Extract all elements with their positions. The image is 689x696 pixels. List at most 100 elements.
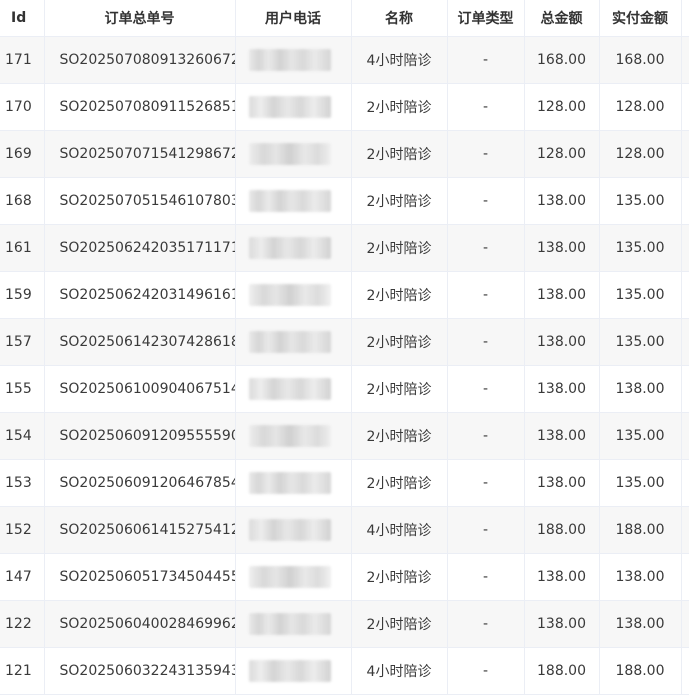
cell-total-amount: 188.00 <box>524 647 600 695</box>
column-header-id[interactable]: Id <box>0 0 45 37</box>
cell-phone <box>235 318 352 366</box>
cell-more <box>681 130 689 178</box>
cell-order-type: - <box>447 600 525 648</box>
cell-more <box>681 506 689 554</box>
cell-order-type: - <box>447 553 525 601</box>
cell-total-amount: 138.00 <box>524 365 600 413</box>
cell-id: 169 <box>0 130 45 178</box>
cell-total-amount: 138.00 <box>524 177 600 225</box>
cell-order-type: - <box>447 318 525 366</box>
cell-id: 157 <box>0 318 45 366</box>
cell-name: 2小时陪诊 <box>351 177 448 225</box>
table-row[interactable]: 153 SO202506091206467854 2小时陪诊 -138.00 135.0… <box>0 459 689 507</box>
redacted-phone-blur <box>249 237 331 259</box>
cell-id: 170 <box>0 83 45 131</box>
cell-name: 2小时陪诊 <box>351 224 448 272</box>
table-row[interactable]: 147 SO202506051734504455 2小时陪诊 -138.00 138.0… <box>0 553 689 601</box>
cell-phone <box>235 177 352 225</box>
table-row[interactable]: 168 SO202507051546107803 2小时陪诊 -138.00 135.0… <box>0 177 689 225</box>
table-header: Id 订单总单号 用户电话 名称 订单类型 总金额 实付金额 护 <box>0 0 689 37</box>
cell-phone <box>235 36 352 84</box>
column-header-more[interactable]: 护 <box>681 0 689 37</box>
table-row[interactable]: 171 SO202507080913260672 4小时陪诊 -168.00 168.0… <box>0 36 689 84</box>
table-row[interactable]: 161 SO202506242035171171 2小时陪诊 -138.00 135.0… <box>0 224 689 272</box>
cell-phone <box>235 600 352 648</box>
cell-name: 4小时陪诊 <box>351 36 448 84</box>
cell-name: 4小时陪诊 <box>351 506 448 554</box>
cell-phone <box>235 224 352 272</box>
cell-paid-amount: 128.00 <box>599 83 682 131</box>
redacted-phone-blur <box>249 49 331 71</box>
redacted-phone-blur <box>249 425 331 447</box>
column-header-order-type[interactable]: 订单类型 <box>447 0 525 37</box>
cell-paid-amount: 138.00 <box>599 600 682 648</box>
cell-order-no: SO202506051734504455 <box>44 553 236 601</box>
cell-order-no: SO202507051546107803 <box>44 177 236 225</box>
table-row[interactable]: 155 SO202506100904067514 2小时陪诊 -138.00 138.0… <box>0 365 689 413</box>
cell-more <box>681 459 689 507</box>
cell-paid-amount: 135.00 <box>599 318 682 366</box>
cell-id: 152 <box>0 506 45 554</box>
table-row[interactable]: 154 SO202506091209555590 2小时陪诊 -138.00 135.0… <box>0 412 689 460</box>
cell-phone <box>235 365 352 413</box>
cell-name: 4小时陪诊 <box>351 647 448 695</box>
cell-total-amount: 138.00 <box>524 412 600 460</box>
cell-paid-amount: 128.00 <box>599 130 682 178</box>
table-row[interactable]: 159 SO202506242031496161 2小时陪诊 -138.00 135.0… <box>0 271 689 319</box>
cell-order-type: - <box>447 271 525 319</box>
cell-order-type: - <box>447 365 525 413</box>
table-row[interactable]: 152 SO202506061415275412 4小时陪诊 -188.00 188.0… <box>0 506 689 554</box>
cell-name: 2小时陪诊 <box>351 459 448 507</box>
table-row[interactable]: 157 SO202506142307428618 2小时陪诊 -138.00 135.0… <box>0 318 689 366</box>
table-row[interactable]: 122 SO202506040028469962 2小时陪诊 -138.00 138.0… <box>0 600 689 648</box>
cell-id: 121 <box>0 647 45 695</box>
cell-more <box>681 365 689 413</box>
column-header-order-no[interactable]: 订单总单号 <box>44 0 236 37</box>
cell-id: 147 <box>0 553 45 601</box>
header-row: Id 订单总单号 用户电话 名称 订单类型 总金额 实付金额 护 <box>0 0 689 37</box>
cell-more <box>681 647 689 695</box>
cell-paid-amount: 138.00 <box>599 553 682 601</box>
cell-id: 161 <box>0 224 45 272</box>
cell-paid-amount: 135.00 <box>599 459 682 507</box>
cell-order-no: SO202506061415275412 <box>44 506 236 554</box>
column-header-phone[interactable]: 用户电话 <box>235 0 352 37</box>
redacted-phone-blur <box>249 190 331 212</box>
cell-total-amount: 138.00 <box>524 318 600 366</box>
table-row[interactable]: 170 SO202507080911526851 2小时陪诊 -128.00 128.0… <box>0 83 689 131</box>
redacted-phone-blur <box>249 284 331 306</box>
cell-order-type: - <box>447 459 525 507</box>
cell-phone <box>235 130 352 178</box>
cell-more <box>681 224 689 272</box>
cell-more <box>681 36 689 84</box>
cell-paid-amount: 168.00 <box>599 36 682 84</box>
cell-order-type: - <box>447 83 525 131</box>
cell-paid-amount: 135.00 <box>599 412 682 460</box>
cell-order-no: SO202507071541298672 <box>44 130 236 178</box>
cell-paid-amount: 188.00 <box>599 506 682 554</box>
cell-order-no: SO202507080911526851 <box>44 83 236 131</box>
orders-table: Id 订单总单号 用户电话 名称 订单类型 总金额 实付金额 护 171SO20… <box>0 0 689 695</box>
cell-order-no: SO202506142307428618 <box>44 318 236 366</box>
cell-name: 2小时陪诊 <box>351 365 448 413</box>
column-header-total-amount[interactable]: 总金额 <box>524 0 600 37</box>
cell-name: 2小时陪诊 <box>351 553 448 601</box>
cell-total-amount: 138.00 <box>524 224 600 272</box>
orders-table-container: Id 订单总单号 用户电话 名称 订单类型 总金额 实付金额 护 171SO20… <box>0 0 689 696</box>
cell-phone <box>235 647 352 695</box>
cell-phone <box>235 553 352 601</box>
cell-id: 154 <box>0 412 45 460</box>
cell-more <box>681 177 689 225</box>
cell-total-amount: 138.00 <box>524 553 600 601</box>
column-header-name[interactable]: 名称 <box>351 0 448 37</box>
column-header-paid-amount[interactable]: 实付金额 <box>599 0 682 37</box>
cell-id: 155 <box>0 365 45 413</box>
table-row[interactable]: 169 SO202507071541298672 2小时陪诊 -128.00 128.0… <box>0 130 689 178</box>
cell-total-amount: 138.00 <box>524 600 600 648</box>
cell-more <box>681 318 689 366</box>
cell-total-amount: 138.00 <box>524 271 600 319</box>
table-row[interactable]: 121 SO202506032243135943 4小时陪诊 -188.00 188.0… <box>0 647 689 695</box>
cell-paid-amount: 138.00 <box>599 365 682 413</box>
redacted-phone-blur <box>249 96 331 118</box>
cell-name: 2小时陪诊 <box>351 412 448 460</box>
